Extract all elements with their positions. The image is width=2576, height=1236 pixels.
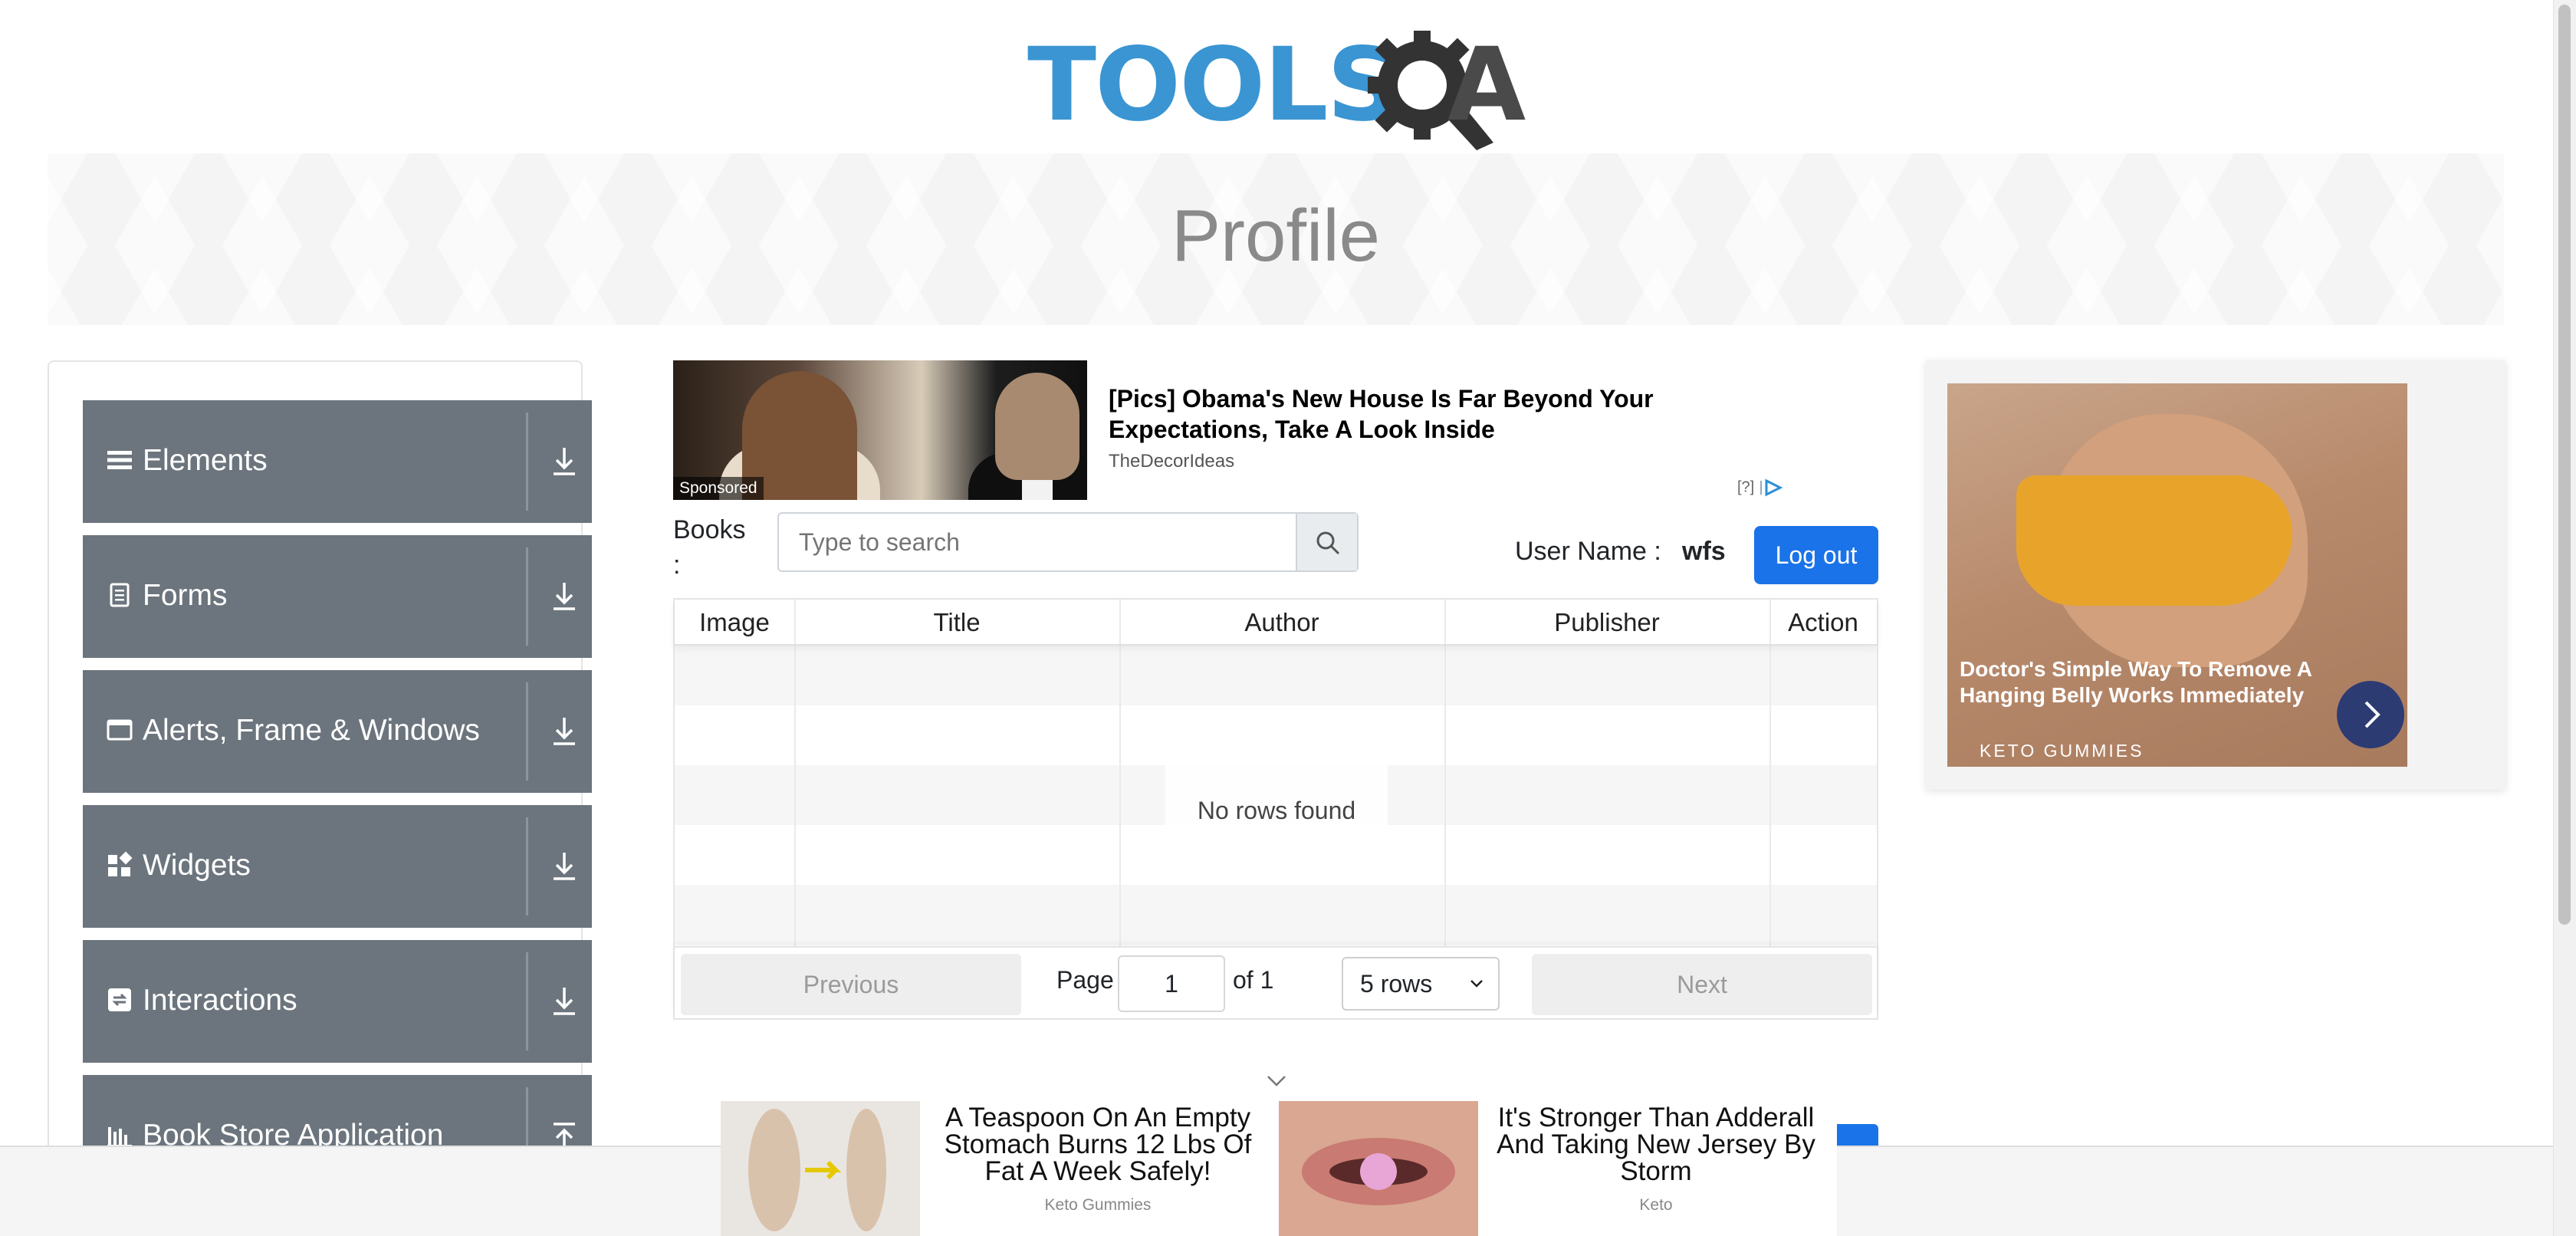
side-ad-image[interactable]: Doctor's Simple Way To Remove A Hanging …: [1947, 383, 2407, 767]
toolsqa-logo[interactable]: TOOLS A: [1027, 21, 1533, 150]
previous-button[interactable]: Previous: [681, 954, 1021, 1015]
sidebar-group-elements[interactable]: Elements: [83, 400, 592, 523]
pagination: Previous Page 1 of 1 5 rows Next: [675, 946, 1877, 1018]
search-box: [777, 512, 1359, 572]
sponsored-ad[interactable]: Sponsored [Pics] Obama's New House Is Fa…: [673, 360, 1792, 500]
column-header-title[interactable]: Title: [794, 600, 1119, 646]
sidebar-group-label: Widgets: [143, 849, 251, 882]
column-header-image[interactable]: Image: [675, 600, 794, 646]
bottom-ad-1[interactable]: A Teaspoon On An Empty Stomach Burns 12 …: [721, 1101, 1279, 1236]
table-row: [675, 646, 1877, 705]
bottom-ad-1-title[interactable]: A Teaspoon On An Empty Stomach Burns 12 …: [929, 1104, 1267, 1185]
window-icon: [107, 719, 133, 741]
page-number-input[interactable]: 1: [1118, 955, 1225, 1012]
books-table: Image Title Author Publisher Action No r…: [673, 598, 1878, 1020]
download-arrow-icon[interactable]: [549, 710, 580, 753]
bottom-ad-2-image[interactable]: [1279, 1101, 1478, 1236]
divider: [526, 682, 528, 781]
sponsored-badge: Sponsored: [673, 477, 764, 500]
search-icon: [1316, 531, 1340, 555]
table-row: [675, 825, 1877, 885]
divider: [526, 547, 528, 646]
ad-source[interactable]: TheDecorIdeas: [1109, 451, 1234, 472]
chevron-down-icon[interactable]: [1265, 1072, 1288, 1090]
side-ad[interactable]: Doctor's Simple Way To Remove A Hanging …: [1926, 360, 2505, 790]
ad-image[interactable]: Sponsored: [673, 360, 1087, 500]
bottom-ad-2-source: Keto: [1639, 1196, 1673, 1214]
adchoices-icon: [1760, 478, 1783, 497]
divider: [526, 817, 528, 915]
adchoices[interactable]: [?]: [1737, 478, 1785, 497]
table-row: [675, 885, 1877, 945]
divider: [526, 413, 528, 511]
search-input[interactable]: [779, 514, 1296, 570]
scrollbar-thumb[interactable]: [2558, 5, 2571, 925]
logo-a: A: [1447, 26, 1526, 144]
bottom-ad-2[interactable]: It's Stronger Than Adderall And Taking N…: [1279, 1101, 1837, 1236]
column-header-author[interactable]: Author: [1119, 600, 1444, 646]
search-button[interactable]: [1296, 514, 1357, 570]
rows-per-page-value: 5 rows: [1360, 970, 1433, 998]
rows-per-page-select[interactable]: 5 rows: [1342, 957, 1500, 1011]
logo-text: TOOLS: [1027, 26, 1400, 144]
interactions-icon: [108, 988, 131, 1011]
books-label: Books :: [673, 515, 746, 580]
next-button[interactable]: Next: [1532, 954, 1872, 1015]
side-ad-headline[interactable]: Doctor's Simple Way To Remove A Hanging …: [1960, 656, 2328, 708]
side-ad-brand: KETO GUMMIES: [1980, 741, 2144, 761]
side-ad-next-button[interactable]: [2337, 681, 2404, 748]
table-header: Image Title Author Publisher Action: [675, 600, 1877, 646]
sidebar-group-label: Elements: [143, 444, 268, 477]
user-name-label: User Name :: [1515, 537, 1661, 566]
download-arrow-icon[interactable]: [549, 980, 580, 1023]
page-banner: Profile: [48, 153, 2504, 325]
no-rows-message: No rows found: [1165, 762, 1388, 831]
sidebar-group-label: Alerts, Frame & Windows: [143, 714, 480, 747]
column-header-publisher[interactable]: Publisher: [1444, 600, 1769, 646]
chevron-down-icon: [1470, 980, 1483, 988]
sidebar-group-forms[interactable]: Forms: [83, 535, 592, 658]
user-name-value: wfs: [1682, 537, 1726, 566]
sidebar-group-widgets[interactable]: Widgets: [83, 805, 592, 928]
table-row: [675, 705, 1877, 765]
logout-button[interactable]: Log out: [1754, 526, 1878, 584]
bar-chart-icon: [107, 1127, 132, 1147]
ad-headline[interactable]: [Pics] Obama's New House Is Far Beyond Y…: [1109, 383, 1691, 445]
bottom-ad-2-title[interactable]: It's Stronger Than Adderall And Taking N…: [1487, 1104, 1825, 1185]
download-arrow-icon[interactable]: [549, 440, 580, 483]
bottom-ad-1-image[interactable]: [721, 1101, 920, 1236]
sidebar-group-label: Interactions: [143, 984, 297, 1017]
page-total: of 1: [1233, 966, 1274, 994]
column-header-action[interactable]: Action: [1769, 600, 1877, 646]
sidebar: Elements Forms Alerts, Frame & Windows W…: [48, 360, 592, 1236]
download-arrow-icon[interactable]: [549, 845, 580, 888]
sidebar-group-label: Forms: [143, 579, 228, 612]
sidebar-group-interactions[interactable]: Interactions: [83, 940, 592, 1063]
form-icon: [110, 583, 130, 607]
page-title: Profile: [1171, 195, 1381, 277]
chevron-right-icon: [2364, 701, 2380, 728]
adchoices-label: [?]: [1737, 478, 1755, 496]
hamburger-icon: [107, 451, 132, 469]
download-arrow-icon[interactable]: [549, 575, 580, 618]
page-label: Page: [1056, 966, 1114, 994]
bottom-ad-1-source: Keto Gummies: [1044, 1196, 1152, 1214]
sidebar-group-alerts[interactable]: Alerts, Frame & Windows: [83, 670, 592, 793]
divider: [526, 952, 528, 1050]
widgets-icon: [108, 851, 133, 876]
